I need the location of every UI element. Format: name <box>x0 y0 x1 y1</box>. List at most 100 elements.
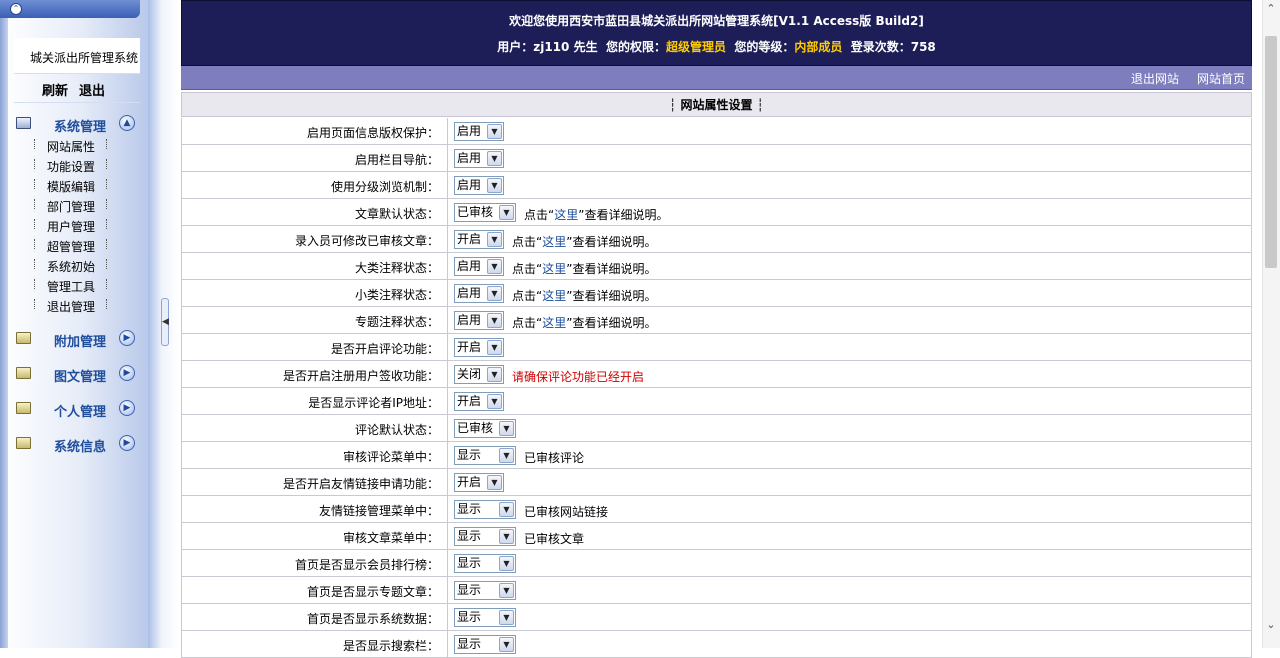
collapse-icon[interactable]: ▲ <box>119 115 135 131</box>
chevron-down-icon[interactable]: ▼ <box>487 232 502 247</box>
help-note: 点击“这里”查看详细说明。 <box>512 287 656 304</box>
chevron-down-icon[interactable]: ▼ <box>499 205 514 220</box>
sidebar-item-label: 退出管理 <box>47 300 96 314</box>
setting-select[interactable]: 显示 ▼ <box>454 608 516 627</box>
help-link[interactable]: 这里 <box>542 316 566 330</box>
setting-select[interactable]: 开启 ▼ <box>454 338 504 357</box>
chevron-down-icon[interactable]: ▼ <box>487 394 502 409</box>
column-divider <box>447 388 448 414</box>
chevron-down-icon[interactable]: ▼ <box>487 313 502 328</box>
sidebar-divider <box>14 102 140 103</box>
dotted-divider <box>106 239 108 249</box>
sidebar-item-users[interactable]: 用户管理 <box>34 216 114 234</box>
setting-select[interactable]: 显示 ▼ <box>454 581 516 600</box>
user-info: 用户：zj110 先生 您的权限：超级管理员 您的等级：内部成员 登录次数：75… <box>182 38 1251 55</box>
help-link[interactable]: 这里 <box>542 262 566 276</box>
sidebar-item-function-settings[interactable]: 功能设置 <box>34 156 114 174</box>
chevron-down-icon[interactable]: ▼ <box>499 556 514 571</box>
help-note: 点击“这里”查看详细说明。 <box>512 233 656 250</box>
setting-select[interactable]: 显示 ▼ <box>454 500 516 519</box>
note-suffix: ”查看详细说明。 <box>578 208 669 222</box>
scrollbar-thumb[interactable] <box>1265 36 1277 268</box>
refresh-link[interactable]: 刷新 <box>42 80 68 99</box>
setting-label: 启用页面信息版权保护： <box>306 126 439 140</box>
level-prefix: 您的等级： <box>734 40 795 54</box>
note-suffix: ”查看详细说明。 <box>566 235 657 249</box>
setting-select[interactable]: 启用 ▼ <box>454 284 504 303</box>
chevron-down-icon[interactable]: ▼ <box>499 448 514 463</box>
setting-label: 首页是否显示系统数据： <box>306 612 439 626</box>
setting-select[interactable]: 启用 ▼ <box>454 257 504 276</box>
menu-group-graphics[interactable]: 图文管理 ▶ <box>14 363 140 385</box>
sidebar-item-site-properties[interactable]: 网站属性 <box>34 136 114 154</box>
chevron-down-icon[interactable]: ▼ <box>487 475 502 490</box>
setting-select[interactable]: 已审核 ▼ <box>454 419 516 438</box>
folder-icon <box>16 437 31 449</box>
setting-select[interactable]: 启用 ▼ <box>454 311 504 330</box>
expand-icon[interactable]: ▶ <box>119 400 135 416</box>
scroll-down-arrow-icon[interactable]: ⌄ <box>1263 618 1279 634</box>
top-toolbar: 退出网站 网站首页 <box>181 66 1252 90</box>
sidebar-item-tools[interactable]: 管理工具 <box>34 276 114 294</box>
chevron-down-icon[interactable]: ▼ <box>499 610 514 625</box>
column-divider <box>447 280 448 306</box>
site-home-link[interactable]: 网站首页 <box>1197 70 1245 87</box>
chevron-down-icon[interactable]: ▼ <box>499 529 514 544</box>
chevron-down-icon[interactable]: ▼ <box>487 340 502 355</box>
sidebar-item-label: 模版编辑 <box>47 180 96 194</box>
chevron-down-icon[interactable]: ▼ <box>487 286 502 301</box>
setting-select[interactable]: 显示 ▼ <box>454 635 516 654</box>
setting-select[interactable]: 显示 ▼ <box>454 527 516 546</box>
sidebar-item-template-edit[interactable]: 模版编辑 <box>34 176 114 194</box>
note-prefix: 点击“ <box>512 289 543 303</box>
setting-label: 使用分级浏览机制： <box>330 180 439 194</box>
help-link[interactable]: 这里 <box>542 289 566 303</box>
chevron-down-icon[interactable]: ▼ <box>499 421 514 436</box>
setting-select[interactable]: 开启 ▼ <box>454 392 504 411</box>
sidebar-item-super-admin[interactable]: 超管管理 <box>34 236 114 254</box>
column-divider <box>447 604 448 630</box>
setting-row: 使用分级浏览机制： 启用 ▼ <box>181 172 1252 199</box>
menu-group-additional[interactable]: 附加管理 ▶ <box>14 328 140 350</box>
select-value: 启用 <box>457 151 482 165</box>
setting-select[interactable]: 已审核 ▼ <box>454 203 516 222</box>
help-link[interactable]: 这里 <box>542 235 566 249</box>
chevron-down-icon[interactable]: ▼ <box>499 583 514 598</box>
setting-select[interactable]: 启用 ▼ <box>454 176 504 195</box>
setting-select[interactable]: 启用 ▼ <box>454 122 504 141</box>
menu-group-system[interactable]: 系统管理 ▲ <box>14 113 140 135</box>
expand-icon[interactable]: ▶ <box>119 365 135 381</box>
column-divider <box>447 118 448 144</box>
chevron-down-icon[interactable]: ▼ <box>487 124 502 139</box>
chevron-up-icon[interactable]: ⌃ <box>10 3 22 15</box>
setting-select[interactable]: 显示 ▼ <box>454 446 516 465</box>
settings-form: 启用页面信息版权保护： 启用 ▼ 启用栏目导航： 启用 ▼ 使用分级浏览机制： 启用 ▼ 文章默认… <box>181 118 1252 658</box>
menu-group-system-info[interactable]: 系统信息 ▶ <box>14 433 140 455</box>
chevron-down-icon[interactable]: ▼ <box>499 502 514 517</box>
note-prefix: 点击“ <box>524 208 555 222</box>
chevron-down-icon[interactable]: ▼ <box>487 259 502 274</box>
setting-select[interactable]: 显示 ▼ <box>454 554 516 573</box>
help-link[interactable]: 这里 <box>554 208 578 222</box>
sidebar-item-department[interactable]: 部门管理 <box>34 196 114 214</box>
sidebar-item-exit-admin[interactable]: 退出管理 <box>34 296 114 314</box>
expand-icon[interactable]: ▶ <box>119 330 135 346</box>
expand-icon[interactable]: ▶ <box>119 435 135 451</box>
sidebar-item-system-init[interactable]: 系统初始 <box>34 256 114 274</box>
chevron-down-icon[interactable]: ▼ <box>487 151 502 166</box>
setting-select[interactable]: 开启 ▼ <box>454 473 504 492</box>
exit-site-link[interactable]: 退出网站 <box>1131 70 1179 87</box>
chevron-down-icon[interactable]: ▼ <box>487 178 502 193</box>
note-suffix: ”查看详细说明。 <box>566 289 657 303</box>
setting-select[interactable]: 关闭 ▼ <box>454 365 504 384</box>
dotted-divider <box>106 179 108 189</box>
scroll-up-arrow-icon[interactable]: ⌃ <box>1263 2 1279 18</box>
chevron-down-icon[interactable]: ▼ <box>487 367 502 382</box>
setting-select[interactable]: 启用 ▼ <box>454 149 504 168</box>
setting-select[interactable]: 开启 ▼ <box>454 230 504 249</box>
logout-link[interactable]: 退出 <box>79 80 105 99</box>
select-value: 显示 <box>457 529 482 543</box>
menu-group-personal[interactable]: 个人管理 ▶ <box>14 398 140 420</box>
collapse-sidebar-handle[interactable]: ◀ <box>161 298 169 346</box>
chevron-down-icon[interactable]: ▼ <box>499 637 514 652</box>
